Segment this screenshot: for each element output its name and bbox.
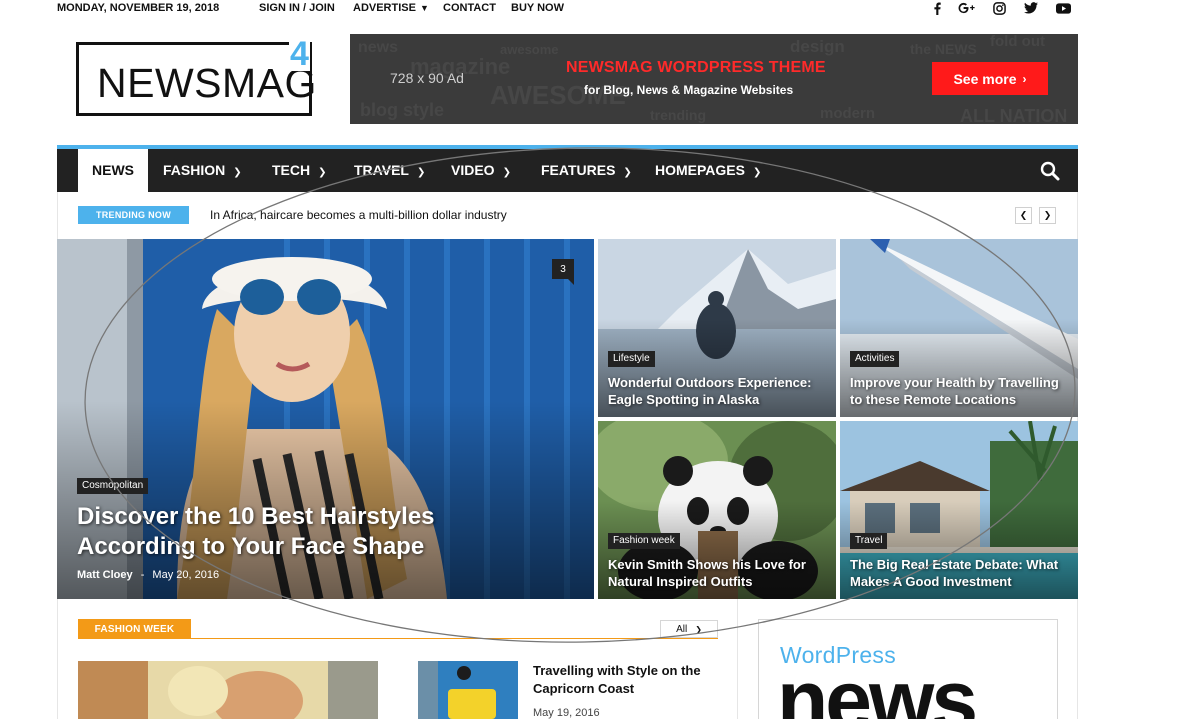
trending-next-icon[interactable]: ❯ — [1039, 207, 1056, 224]
search-icon[interactable] — [1040, 161, 1060, 181]
widget-news-label: news — [777, 653, 978, 719]
tile-category[interactable]: Fashion week — [608, 533, 680, 549]
featured-category[interactable]: Cosmopolitan — [77, 478, 149, 494]
chevron-down-icon: ❯ — [416, 167, 426, 178]
nav-travel[interactable]: TRAVEL ❯ — [354, 149, 425, 192]
advertise-menu[interactable]: ADVERTISE ▼ — [353, 2, 429, 14]
nav-features-label: FEATURES — [541, 162, 616, 178]
article-thumbnail-image — [418, 661, 518, 719]
tile-category[interactable]: Lifestyle — [608, 351, 655, 367]
section-filter-dropdown[interactable]: All ❯ — [660, 620, 718, 638]
tile-post[interactable]: Travel The Big Real Estate Debate: What … — [840, 421, 1078, 599]
nav-tech[interactable]: TECH ❯ — [272, 149, 327, 192]
ad-headline: NEWSMAG WORDPRESS THEME — [566, 59, 826, 76]
current-date: MONDAY, NOVEMBER 19, 2018 — [57, 2, 220, 14]
tile-title[interactable]: The Big Real Estate Debate: What Makes A… — [850, 556, 1072, 590]
article-thumbnail[interactable] — [78, 661, 378, 719]
nav-homepages-label: HOMEPAGES — [655, 162, 745, 178]
tile-post[interactable]: Fashion week Kevin Smith Shows his Love … — [598, 421, 836, 599]
instagram-icon[interactable] — [990, 0, 1008, 16]
svg-text:the NEWS: the NEWS — [910, 41, 977, 57]
see-more-button[interactable]: See more › — [932, 62, 1048, 95]
chevron-down-icon: ❯ — [695, 624, 702, 634]
nav-fashion-label: FASHION — [163, 162, 226, 178]
featured-title[interactable]: Discover the 10 Best Hairstyles Accordin… — [77, 502, 497, 562]
nav-tech-label: TECH — [272, 162, 311, 178]
tile-post[interactable]: Activities Improve your Health by Travel… — [840, 239, 1078, 417]
nav-homepages[interactable]: HOMEPAGES ❯ — [655, 149, 761, 192]
nav-video[interactable]: VIDEO ❯ — [451, 149, 511, 192]
tile-title[interactable]: Kevin Smith Shows his Love for Natural I… — [608, 556, 830, 590]
google-plus-icon[interactable] — [958, 0, 976, 16]
tile-title[interactable]: Improve your Health by Travelling to the… — [850, 374, 1072, 408]
trending-prev-icon[interactable]: ❮ — [1015, 207, 1032, 224]
tile-category[interactable]: Travel — [850, 533, 888, 549]
ad-size-label: 728 x 90 Ad — [390, 70, 464, 86]
nav-features[interactable]: FEATURES ❯ — [541, 149, 632, 192]
filter-value: All — [676, 623, 688, 635]
svg-text:design: design — [790, 37, 845, 56]
wordpress-news-widget[interactable]: WordPress news — [758, 619, 1058, 719]
nav-news[interactable]: NEWS — [78, 149, 148, 192]
featured-date: May 20, 2016 — [152, 569, 220, 581]
facebook-icon[interactable] — [928, 0, 946, 16]
comment-count-badge[interactable]: 3 — [552, 259, 574, 285]
svg-text:awesome: awesome — [500, 42, 559, 57]
trending-now-badge: TRENDING NOW — [78, 206, 189, 224]
nav-fashion[interactable]: FASHION ❯ — [163, 149, 242, 192]
top-bar: MONDAY, NOVEMBER 19, 2018 SIGN IN / JOIN… — [0, 0, 1180, 18]
main-navigation: NEWS FASHION ❯ TECH ❯ TRAVEL ❯ VIDEO ❯ FEATU… — [57, 145, 1078, 192]
chevron-down-icon: ❯ — [502, 167, 511, 178]
nav-travel-label: TRAVEL — [354, 162, 409, 178]
buy-now-link[interactable]: BUY NOW — [511, 2, 564, 14]
site-logo[interactable]: NEWSMAG 4 — [76, 37, 316, 116]
chevron-down-icon: ❯ — [623, 167, 632, 178]
see-more-label: See more — [953, 70, 1017, 87]
signin-link[interactable]: SIGN IN / JOIN — [259, 2, 335, 14]
logo-wordmark: NEWSMAG — [97, 60, 317, 106]
meta-separator: - — [140, 569, 145, 581]
svg-text:news: news — [358, 39, 398, 56]
svg-text:fold out: fold out — [990, 34, 1045, 50]
chevron-down-icon: ▼ — [419, 3, 429, 13]
svg-text:blog style: blog style — [360, 100, 444, 120]
logo-version: 4 — [289, 35, 310, 73]
ad-subheadline: for Blog, News & Magazine Websites — [584, 83, 794, 97]
ad-banner[interactable]: news magazine blog style awesome AWESOME… — [350, 34, 1078, 124]
featured-author[interactable]: Matt Cloey — [77, 569, 133, 581]
article-thumbnail[interactable] — [418, 661, 518, 719]
svg-text:ALL NATION: ALL NATION — [960, 106, 1067, 124]
contact-link[interactable]: CONTACT — [443, 2, 496, 14]
chevron-down-icon: ❯ — [233, 167, 242, 178]
article-title[interactable]: Travelling with Style on the Capricorn C… — [533, 662, 723, 698]
featured-post[interactable]: 3 Cosmopolitan Discover the 10 Best Hair… — [57, 239, 594, 599]
article-date: May 19, 2016 — [533, 707, 600, 719]
trending-headline[interactable]: In Africa, haircare becomes a multi-bill… — [210, 208, 507, 222]
chevron-down-icon: ❯ — [318, 167, 327, 178]
chevron-down-icon: ❯ — [752, 167, 762, 178]
section-badge[interactable]: FASHION WEEK — [78, 619, 191, 639]
tile-title[interactable]: Wonderful Outdoors Experience: Eagle Spo… — [608, 374, 830, 408]
section-underline — [78, 638, 718, 639]
youtube-icon[interactable] — [1054, 0, 1072, 16]
twitter-icon[interactable] — [1022, 0, 1040, 16]
featured-meta: Matt Cloey - May 20, 2016 — [77, 569, 219, 581]
svg-text:modern: modern — [820, 105, 875, 122]
svg-text:trending: trending — [650, 107, 706, 123]
article-thumbnail-image — [78, 661, 378, 719]
advertise-label: ADVERTISE — [353, 2, 416, 14]
column-divider — [737, 599, 738, 719]
tile-category[interactable]: Activities — [850, 351, 900, 367]
chevron-right-icon: › — [1022, 71, 1027, 86]
nav-video-label: VIDEO — [451, 162, 495, 178]
tile-post[interactable]: Lifestyle Wonderful Outdoors Experience:… — [598, 239, 836, 417]
